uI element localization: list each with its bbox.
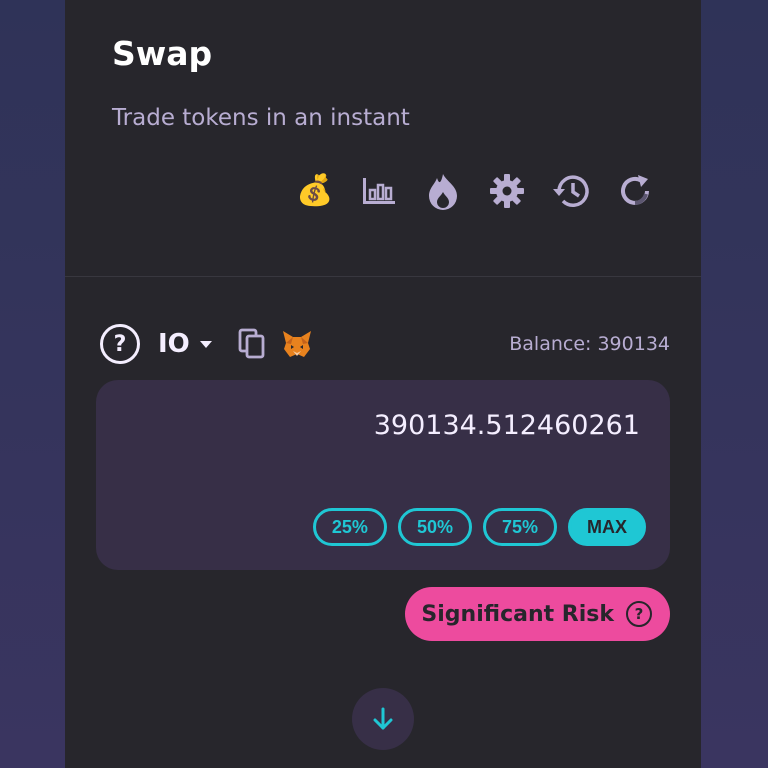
page-subtitle: Trade tokens in an instant — [112, 105, 410, 131]
switch-tokens-button[interactable] — [352, 688, 414, 750]
max-button[interactable]: MAX — [568, 508, 646, 546]
amount-input-box[interactable]: 390134.512460261 25% 50% 75% MAX — [96, 380, 670, 570]
risk-help-icon[interactable]: ? — [626, 601, 652, 627]
percent-25-button[interactable]: 25% — [312, 508, 387, 546]
metamask-fox-icon[interactable] — [280, 327, 314, 361]
input-token-row: ? IO Balance: 390134 — [100, 322, 670, 366]
header-divider — [65, 276, 701, 277]
token-selector[interactable]: IO — [158, 329, 190, 359]
swap-card: Swap Trade tokens in an instant 💰 ? IO B… — [65, 0, 701, 768]
percent-buttons: 25% 50% 75% MAX — [312, 508, 646, 546]
risk-label: Significant Risk — [421, 601, 614, 627]
percent-50-button[interactable]: 50% — [397, 508, 472, 546]
swap-toolbar: 💰 — [295, 171, 655, 211]
fire-icon[interactable] — [423, 171, 463, 211]
risk-badge[interactable]: Significant Risk ? — [405, 587, 670, 641]
token-help-icon[interactable]: ? — [100, 324, 140, 364]
amount-input[interactable]: 390134.512460261 — [374, 410, 640, 441]
page-title: Swap — [112, 34, 213, 73]
copy-icon[interactable] — [238, 328, 266, 360]
arrow-down-icon — [373, 707, 393, 730]
token-balance: Balance: 390134 — [509, 333, 670, 355]
chevron-down-icon[interactable] — [199, 340, 212, 348]
history-icon[interactable] — [551, 171, 591, 211]
gear-icon[interactable] — [487, 171, 527, 211]
money-bag-icon[interactable]: 💰 — [295, 171, 335, 211]
percent-75-button[interactable]: 75% — [482, 508, 557, 546]
chart-icon[interactable] — [359, 171, 399, 211]
refresh-icon[interactable] — [615, 171, 655, 211]
